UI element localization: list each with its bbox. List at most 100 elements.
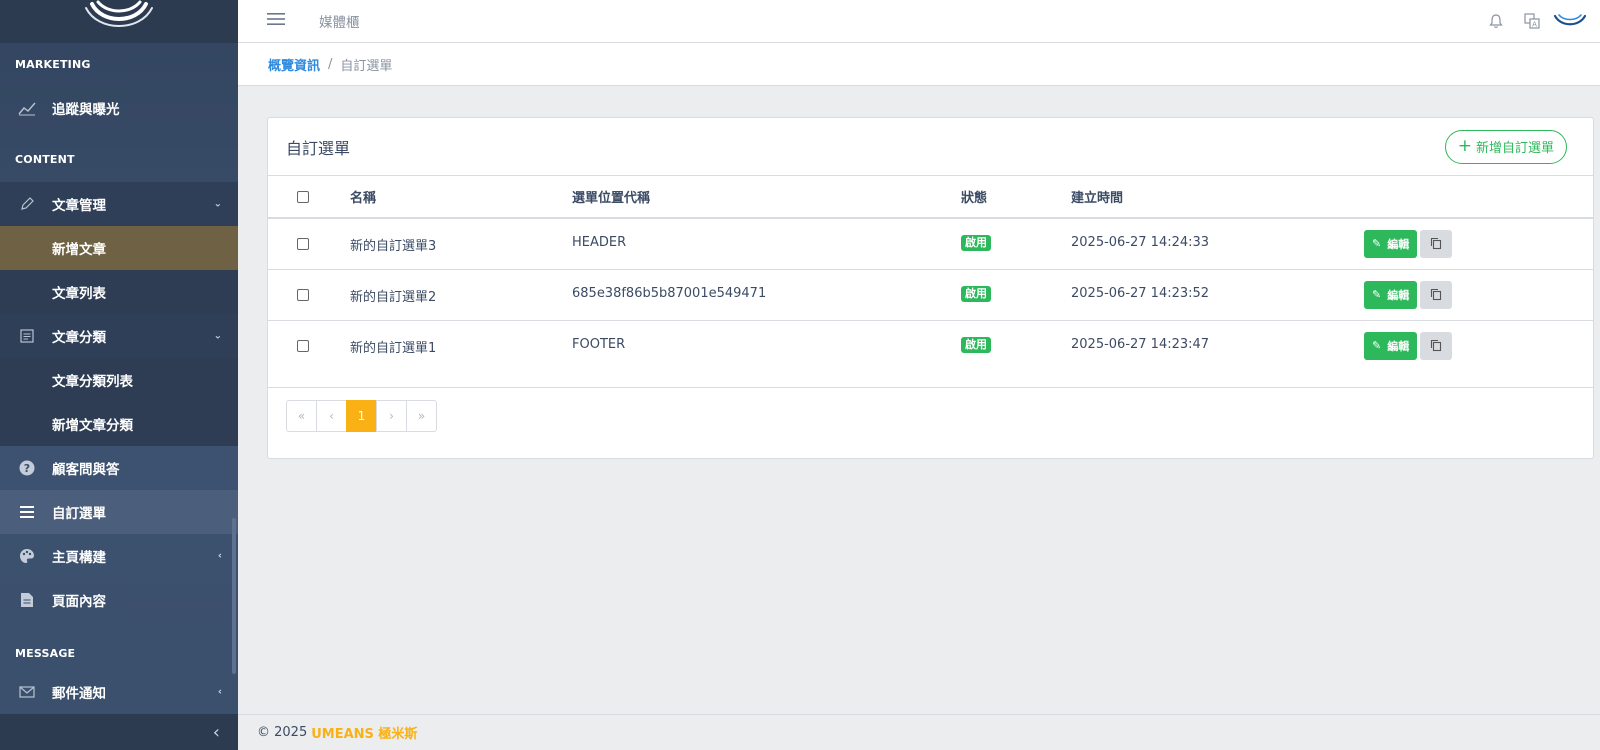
cell-name: 新的自訂選單1 xyxy=(350,340,437,356)
footer: © 2025 UMEANS 極米斯 xyxy=(238,714,1600,750)
sidebar-item-tracking[interactable]: 追蹤與曝光 xyxy=(0,86,238,130)
sidebar-item-label: 文章分類 xyxy=(52,330,106,346)
sidebar-item-label: 新增文章 xyxy=(52,242,106,258)
user-avatar-logo[interactable] xyxy=(1550,13,1600,29)
add-button-label: 新增自訂選單 xyxy=(1475,141,1554,156)
chevron-down-icon: ⌄ xyxy=(213,330,222,342)
footer-brand-link[interactable]: UMEANS 極米斯 xyxy=(311,723,417,742)
envelope-icon xyxy=(18,683,36,701)
nav-section-content: CONTENT xyxy=(15,153,75,166)
sidebar-item-label: 顧客問與答 xyxy=(52,462,120,478)
header-actions: A xyxy=(1478,13,1600,29)
file-icon xyxy=(18,591,36,609)
header-link-media[interactable]: 媒體櫃 xyxy=(319,11,360,31)
select-all-checkbox[interactable] xyxy=(297,190,309,203)
sidebar: MARKETING 追蹤與曝光 CONTENT 文章管理 ⌄ 新增文章 文章列表… xyxy=(0,0,238,750)
page-first-button[interactable]: « xyxy=(286,400,317,432)
nav-section-marketing: MARKETING xyxy=(15,58,91,71)
row-select-cell xyxy=(268,320,350,371)
sidebar-item-homepage-builder[interactable]: 主頁構建 ‹ xyxy=(0,534,238,578)
custom-menu-card: 自訂選單 + 新增自訂選單 名稱 選單位置代稱 狀態 建立時間 新的自訂選單3 … xyxy=(267,117,1594,459)
edit-button[interactable]: ✎ 編輯 xyxy=(1364,331,1418,360)
cell-actions: ✎ 編輯 xyxy=(1364,320,1593,371)
sidebar-item-mail[interactable]: 郵件通知 ‹ xyxy=(0,676,238,708)
question-circle-icon: ? xyxy=(18,459,36,477)
sidebar-item-categories[interactable]: 文章分類 ⌄ xyxy=(0,314,238,358)
chevron-down-icon: ⌄ xyxy=(213,198,222,210)
breadcrumb: 概覽資訊 / 自訂選單 xyxy=(238,43,1600,86)
sidebar-item-label: 頁面內容 xyxy=(52,594,106,610)
page-prev-button[interactable]: ‹ xyxy=(316,400,347,432)
pencil-icon: ✎ xyxy=(1372,339,1382,353)
sidebar-item-articles[interactable]: 文章管理 ⌄ xyxy=(0,182,238,226)
row-select-cell xyxy=(268,269,350,320)
edit-button[interactable]: ✎ 編輯 xyxy=(1364,280,1418,309)
card-header: 自訂選單 + 新增自訂選單 xyxy=(268,118,1593,176)
status-badge: 啟用 xyxy=(961,235,991,251)
cell-status: 啟用 xyxy=(961,269,1071,320)
page-next-button[interactable]: › xyxy=(376,400,407,432)
sidebar-item-label: 追蹤與曝光 xyxy=(52,102,120,118)
column-header-name[interactable]: 名稱 xyxy=(350,176,572,218)
sidebar-item-page-content[interactable]: 頁面內容 xyxy=(0,578,238,622)
sidebar-item-new-article[interactable]: 新增文章 xyxy=(0,226,238,270)
sidebar-scrollbar[interactable] xyxy=(232,518,236,674)
card-title: 自訂選單 xyxy=(286,138,351,158)
language-translate-icon[interactable]: A xyxy=(1514,13,1550,29)
column-header-actions xyxy=(1364,176,1593,218)
edit-button-label: 編輯 xyxy=(1387,237,1410,251)
chevron-left-icon: ‹ xyxy=(212,721,220,743)
sidebar-brand-logo[interactable] xyxy=(0,0,238,43)
sidebar-item-label: 自訂選單 xyxy=(52,506,106,522)
svg-text:?: ? xyxy=(24,462,30,475)
cell-name: 新的自訂選單2 xyxy=(350,289,437,305)
row-checkbox[interactable] xyxy=(297,339,309,352)
page-last-button[interactable]: » xyxy=(406,400,437,432)
cell-code: 685e38f86b5b87001e549471 xyxy=(572,285,767,301)
sidebar-item-label: 文章分類列表 xyxy=(52,374,133,390)
column-header-created[interactable]: 建立時間 xyxy=(1071,176,1364,218)
edit-button-label: 編輯 xyxy=(1387,288,1410,302)
edit-button-label: 編輯 xyxy=(1387,339,1410,353)
top-header: 媒體櫃 A xyxy=(238,0,1600,43)
sidebar-minimize-button[interactable]: ‹ xyxy=(0,714,238,750)
sidebar-item-faq[interactable]: ? 顧客問與答 xyxy=(0,446,238,490)
hamburger-menu-icon[interactable] xyxy=(267,12,285,30)
plus-icon: + xyxy=(1457,136,1472,156)
svg-text:A: A xyxy=(1532,21,1537,29)
sidebar-item-category-list[interactable]: 文章分類列表 xyxy=(0,358,238,402)
row-checkbox[interactable] xyxy=(297,288,309,301)
brand-logo-icon xyxy=(1553,14,1587,26)
pagination: « ‹ 1 › » xyxy=(286,400,1593,432)
breadcrumb-separator: / xyxy=(328,56,333,72)
copy-button[interactable] xyxy=(1420,331,1453,360)
sidebar-item-article-list[interactable]: 文章列表 xyxy=(0,270,238,314)
copy-icon xyxy=(1431,238,1442,250)
column-header-code[interactable]: 選單位置代稱 xyxy=(572,176,961,218)
sidebar-item-custom-menu[interactable]: 自訂選單 xyxy=(0,490,238,534)
page-current-button[interactable]: 1 xyxy=(346,400,377,432)
status-badge: 啟用 xyxy=(961,285,991,302)
sidebar-submenu-articles: 新增文章 文章列表 xyxy=(0,226,238,314)
copy-button[interactable] xyxy=(1420,280,1453,309)
cell-name: 新的自訂選單3 xyxy=(350,239,437,254)
row-select-cell xyxy=(268,218,350,269)
add-custom-menu-button[interactable]: + 新增自訂選單 xyxy=(1444,129,1567,164)
sidebar-item-new-category[interactable]: 新增文章分類 xyxy=(0,402,238,446)
palette-icon xyxy=(18,547,36,565)
copy-button[interactable] xyxy=(1420,229,1453,258)
row-checkbox[interactable] xyxy=(297,237,309,250)
cell-status: 啟用 xyxy=(961,320,1071,371)
cell-code: FOOTER xyxy=(572,336,626,352)
chevron-left-icon: ‹ xyxy=(217,550,222,562)
edit-button[interactable]: ✎ 編輯 xyxy=(1364,229,1418,258)
breadcrumb-home-link[interactable]: 概覽資訊 xyxy=(268,55,320,74)
status-badge: 啟用 xyxy=(961,336,991,353)
nav-section-message: MESSAGE xyxy=(15,647,76,660)
column-header-status[interactable]: 狀態 xyxy=(961,176,1071,218)
pencil-icon: ✎ xyxy=(1372,288,1382,301)
document-list-icon xyxy=(18,327,36,345)
sidebar-item-label: 主頁構建 xyxy=(52,550,106,566)
cell-actions: ✎ 編輯 xyxy=(1364,269,1593,320)
bell-icon[interactable] xyxy=(1478,13,1514,29)
